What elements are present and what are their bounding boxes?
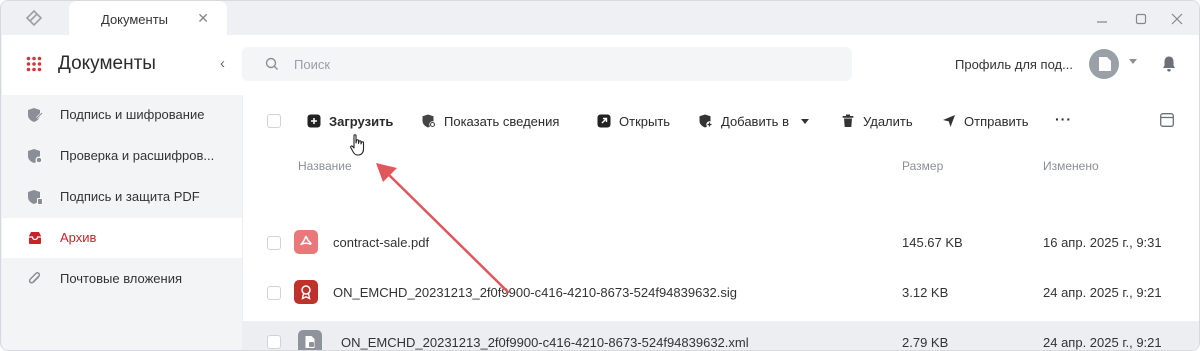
seal-glyph-icon bbox=[301, 285, 311, 300]
row-checkbox[interactable] bbox=[267, 286, 281, 300]
more-options-button[interactable]: ··· bbox=[1055, 111, 1072, 127]
tab-label: Документы bbox=[101, 12, 169, 27]
show-info-button[interactable]: Показать сведения bbox=[422, 113, 559, 129]
tab-documents[interactable]: Документы ✕ bbox=[69, 1, 227, 37]
trash-icon bbox=[842, 114, 854, 127]
column-header-modified[interactable]: Изменено bbox=[1043, 159, 1099, 173]
maximize-icon[interactable] bbox=[1131, 9, 1151, 29]
document-glyph-icon bbox=[305, 336, 315, 348]
title-bar: Документы ✕ bbox=[1, 1, 1199, 37]
xml-icon bbox=[298, 330, 322, 350]
window-close-icon[interactable] bbox=[1167, 9, 1187, 29]
shield-check-icon bbox=[28, 149, 43, 164]
tab-close-icon[interactable]: ✕ bbox=[197, 10, 209, 26]
archive-icon bbox=[29, 232, 41, 244]
send-label: Отправить bbox=[964, 113, 1029, 129]
sidebar-item-label: Архив bbox=[60, 230, 97, 245]
paperclip-icon bbox=[28, 272, 41, 284]
app-body: Документы ‹ Профиль для под... bbox=[2, 35, 1199, 350]
avatar-document-icon bbox=[1099, 57, 1111, 71]
toolbar: Загрузить Показать сведения Открыть Доба… bbox=[243, 95, 1199, 147]
collapse-sidebar-button[interactable]: ‹ bbox=[220, 55, 225, 72]
sidebar-item-label: Проверка и расшифров... bbox=[60, 148, 215, 163]
table-row[interactable]: ON_EMCHD_20231213_2f0f9900-c416-4210-867… bbox=[243, 272, 1199, 313]
show-info-label: Показать сведения bbox=[444, 113, 560, 129]
file-name: ON_EMCHD_20231213_2f0f9900-c416-4210-867… bbox=[333, 285, 738, 300]
search-input[interactable] bbox=[294, 47, 834, 81]
send-icon bbox=[943, 115, 955, 127]
row-checkbox[interactable] bbox=[267, 335, 281, 349]
file-modified: 24 апр. 2025 г., 9:21 bbox=[1043, 335, 1162, 350]
shield-pen-icon bbox=[28, 108, 43, 122]
delete-button[interactable]: Удалить bbox=[841, 113, 913, 129]
send-button[interactable]: Отправить bbox=[942, 113, 1028, 129]
sidebar-item-label: Подпись и защита PDF bbox=[60, 189, 200, 204]
plus-square-icon bbox=[307, 114, 321, 128]
sidebar: Подпись и шифрование Проверка и расшифро… bbox=[2, 95, 242, 350]
search-box[interactable] bbox=[242, 47, 852, 81]
add-to-dropdown-icon[interactable] bbox=[800, 118, 809, 124]
pdf-icon bbox=[294, 230, 318, 254]
pdf-glyph-icon bbox=[299, 235, 312, 246]
file-size: 145.67 KB bbox=[902, 235, 963, 250]
signature-icon bbox=[294, 280, 318, 304]
file-modified: 16 апр. 2025 г., 9:31 bbox=[1043, 235, 1162, 250]
file-name: ON_EMCHD_20231213_2f0f9900-c416-4210-867… bbox=[341, 335, 749, 350]
upload-label: Загрузить bbox=[329, 113, 394, 129]
open-external-icon bbox=[597, 114, 611, 128]
table-row[interactable]: ON_EMCHD_20231213_2f0f9900-c416-4210-867… bbox=[243, 321, 1199, 350]
profile-name[interactable]: Профиль для под... bbox=[955, 57, 1073, 72]
sidebar-item-label: Почтовые вложения bbox=[60, 271, 183, 286]
file-name: contract-sale.pdf bbox=[333, 235, 430, 250]
upload-button[interactable]: Загрузить bbox=[307, 113, 393, 129]
open-button[interactable]: Открыть bbox=[597, 113, 670, 129]
shield-pdf-icon bbox=[28, 190, 43, 205]
add-to-button[interactable]: Добавить в bbox=[699, 113, 809, 129]
app-header: Документы ‹ Профиль для под... bbox=[2, 35, 1199, 95]
open-label: Открыть bbox=[619, 113, 671, 129]
sidebar-item-archive[interactable]: Архив bbox=[2, 218, 242, 258]
add-to-label: Добавить в bbox=[721, 113, 789, 129]
row-checkbox[interactable] bbox=[267, 236, 281, 250]
sidebar-item-sign-protect-pdf[interactable]: Подпись и защита PDF bbox=[2, 177, 242, 217]
chevron-down-icon[interactable] bbox=[1129, 59, 1137, 64]
apps-grid-icon[interactable] bbox=[26, 56, 42, 72]
app-window: Документы ✕ Документы ‹ Поиск Профиль дл… bbox=[0, 0, 1200, 351]
sidebar-item-sign-encrypt[interactable]: Подпись и шифрование bbox=[2, 95, 242, 135]
file-size: 2.79 KB bbox=[902, 335, 949, 350]
sidebar-item-mail-attachments[interactable]: Почтовые вложения bbox=[2, 259, 242, 299]
table-row[interactable]: contract-sale.pdf 145.67 KB 16 апр. 2025… bbox=[243, 222, 1199, 263]
avatar[interactable] bbox=[1089, 49, 1119, 79]
sidebar-item-verify-decrypt[interactable]: Проверка и расшифров... bbox=[2, 136, 242, 176]
file-modified: 24 апр. 2025 г., 9:21 bbox=[1043, 285, 1162, 300]
shield-add-icon bbox=[699, 114, 713, 128]
search-icon bbox=[265, 57, 278, 70]
shield-info-icon bbox=[422, 114, 436, 128]
page-title: Документы bbox=[58, 53, 156, 74]
delete-label: Удалить bbox=[863, 113, 913, 129]
layout-panel-icon[interactable] bbox=[1160, 113, 1174, 127]
bell-icon[interactable] bbox=[1161, 55, 1177, 73]
column-header-name[interactable]: Название bbox=[298, 159, 352, 173]
file-size: 3.12 KB bbox=[902, 285, 949, 300]
sidebar-item-label: Подпись и шифрование bbox=[60, 107, 205, 122]
column-header-size[interactable]: Размер bbox=[902, 159, 943, 173]
document-list-panel: Загрузить Показать сведения Открыть Доба… bbox=[242, 95, 1199, 350]
select-all-checkbox[interactable] bbox=[267, 114, 281, 128]
app-logo-icon bbox=[25, 9, 43, 27]
minimize-icon[interactable] bbox=[1092, 9, 1112, 29]
